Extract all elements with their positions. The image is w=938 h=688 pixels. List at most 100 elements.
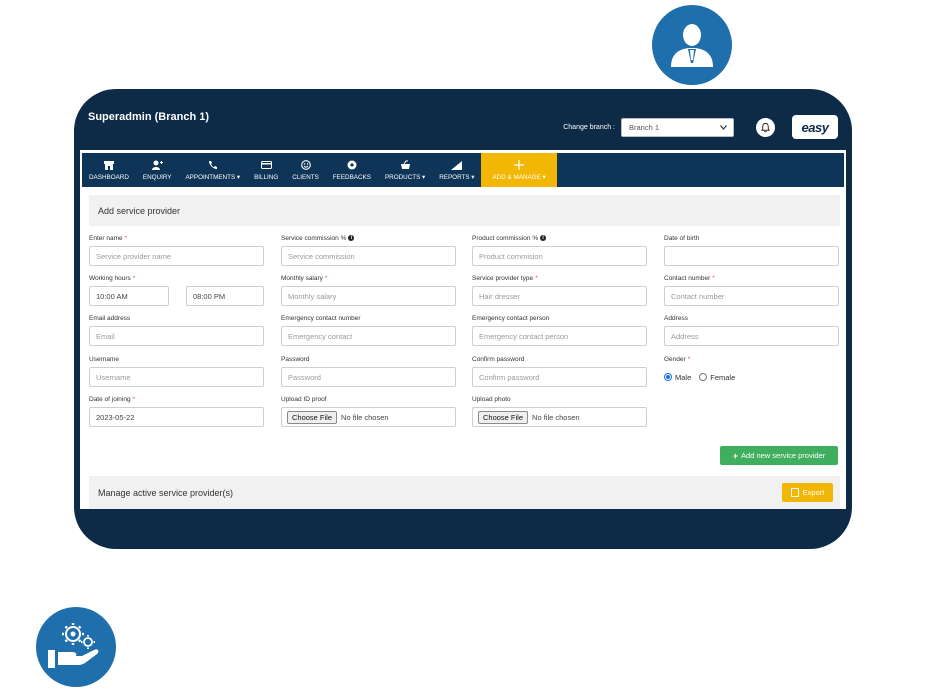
gender-male-radio[interactable] xyxy=(664,373,672,381)
required-mark: * xyxy=(687,355,691,363)
notification-button[interactable] xyxy=(756,117,775,137)
chart-icon xyxy=(451,160,463,171)
nav-dashboard[interactable]: DASHBOARD xyxy=(82,153,136,187)
service-commission-field: Service commission % i Service commission xyxy=(281,234,456,266)
branch-area: Change branch : Branch 1 easy xyxy=(563,115,838,139)
required-mark: * xyxy=(132,395,136,403)
nav-clients[interactable]: CLIENTS xyxy=(285,153,326,187)
monthly-salary-label: Monthly salary xyxy=(281,274,323,282)
date-of-joining-label: Date of joining xyxy=(89,395,131,403)
monthly-salary-field: Monthly salary * Monthly salary xyxy=(281,274,456,306)
nav-enquiry[interactable]: ENQUIRY xyxy=(136,153,179,187)
monthly-salary-input[interactable]: Monthly salary xyxy=(281,286,456,306)
working-hours-end-input[interactable]: 08:00 PM xyxy=(186,286,264,306)
feedback-icon xyxy=(346,160,358,171)
store-icon xyxy=(103,160,115,171)
gender-female-radio[interactable] xyxy=(699,373,708,381)
service-provider-type-field: Service provider type * Hair dresser xyxy=(472,274,647,306)
upload-photo-input: Choose File No file chosen xyxy=(472,407,647,427)
nav-products-label: PRODUCTS ▾ xyxy=(384,173,426,181)
info-icon[interactable]: i xyxy=(540,235,547,241)
required-mark: * xyxy=(124,234,128,242)
manage-providers-heading: Manage active service provider(s) xyxy=(89,476,840,509)
required-mark: * xyxy=(324,274,328,282)
emergency-number-field: Emergency contact number Emergency conta… xyxy=(281,314,456,346)
user-avatar-badge xyxy=(652,5,732,85)
product-commission-input[interactable]: Product commision xyxy=(472,246,647,266)
username-input[interactable]: Username xyxy=(89,367,264,387)
upload-id-choose-button[interactable]: Choose File xyxy=(287,410,338,424)
emergency-person-input[interactable]: Emergency contact person xyxy=(472,326,647,346)
info-icon[interactable]: i xyxy=(348,235,355,241)
upload-photo-choose-button[interactable]: Choose File xyxy=(478,410,529,424)
nav-clients-label: CLIENTS xyxy=(292,173,319,181)
address-field: Address Address xyxy=(664,314,839,346)
date-of-birth-input[interactable] xyxy=(664,246,839,266)
add-new-provider-label: Add new service provider xyxy=(741,451,826,460)
main-navbar: DASHBOARD ENQUIRY APPOINTMENTS ▾ BILLING… xyxy=(82,153,844,187)
add-new-provider-button[interactable]: + Add new service provider xyxy=(720,446,838,465)
service-commission-input[interactable]: Service commission xyxy=(281,246,456,266)
service-provider-type-input[interactable]: Hair dresser xyxy=(472,286,647,306)
nav-add-manage[interactable]: ADD & MANAGE ▾ xyxy=(481,153,557,187)
user-plus-icon xyxy=(151,160,163,171)
service-support-badge xyxy=(36,607,116,687)
upload-id-label: Upload ID proof xyxy=(281,395,327,403)
address-label: Address xyxy=(664,314,688,322)
date-of-joining-input[interactable]: 2023-05-22 xyxy=(89,407,264,427)
password-field: Password Password xyxy=(281,355,456,387)
businessman-icon xyxy=(671,24,713,67)
branch-select[interactable]: Branch 1 xyxy=(621,117,734,137)
emergency-person-label: Emergency contact person xyxy=(472,314,550,322)
password-input[interactable]: Password xyxy=(281,367,456,387)
nav-add-manage-label: ADD & MANAGE ▾ xyxy=(492,173,546,181)
gender-field: Gender * Male Female xyxy=(664,355,839,387)
username-field: Username Username xyxy=(89,355,264,387)
nav-billing-label: BILLING xyxy=(254,173,279,181)
email-input[interactable]: Email xyxy=(89,326,264,346)
nav-reports[interactable]: REPORTS ▾ xyxy=(432,153,481,187)
emergency-number-input[interactable]: Emergency contact xyxy=(281,326,456,346)
smiley-icon xyxy=(300,160,312,171)
gender-male-label: Male xyxy=(675,372,692,382)
required-mark: * xyxy=(132,274,136,282)
date-of-birth-field: Date of birth xyxy=(664,234,839,266)
address-input[interactable]: Address xyxy=(664,326,839,346)
app-screen: DASHBOARD ENQUIRY APPOINTMENTS ▾ BILLING… xyxy=(80,150,846,509)
page-title: Superadmin (Branch 1) xyxy=(88,111,210,123)
enter-name-input[interactable]: Service provider name xyxy=(89,246,264,266)
chevron-down-icon xyxy=(720,124,727,130)
nav-appointments[interactable]: APPOINTMENTS ▾ xyxy=(178,153,247,187)
emergency-number-label: Emergency contact number xyxy=(281,314,361,322)
date-of-joining-field: Date of joining * 2023-05-22 xyxy=(89,395,264,427)
working-hours-label: Working hours xyxy=(89,274,131,282)
gender-radio-group: Male Female xyxy=(664,367,839,387)
email-label: Email address xyxy=(89,314,131,322)
confirm-password-label: Confirm password xyxy=(472,355,525,363)
branch-select-value: Branch 1 xyxy=(629,122,660,132)
nav-feedbacks[interactable]: FEEDBACKS xyxy=(326,153,378,187)
contact-number-input[interactable]: Contact number xyxy=(664,286,839,306)
product-icon xyxy=(399,160,411,171)
upload-id-status: No file chosen xyxy=(341,412,389,422)
export-label: Export xyxy=(802,488,825,497)
username-label: Username xyxy=(89,355,119,363)
nav-billing[interactable]: BILLING xyxy=(247,153,285,187)
nav-dashboard-label: DASHBOARD xyxy=(89,173,129,181)
nav-products[interactable]: PRODUCTS ▾ xyxy=(378,153,432,187)
plus-icon xyxy=(513,160,525,171)
phone-icon xyxy=(207,160,219,171)
product-commission-label: Product commission % xyxy=(472,234,539,242)
working-hours-start-input[interactable]: 10:00 AM xyxy=(89,286,169,306)
upload-photo-field: Upload photo Choose File No file chosen xyxy=(472,395,647,427)
required-mark: * xyxy=(712,274,715,282)
plus-icon: + xyxy=(732,450,739,461)
contact-number-label: Contact number xyxy=(664,274,711,282)
gender-female-label: Female xyxy=(710,372,736,382)
nav-appointments-label: APPOINTMENTS ▾ xyxy=(185,173,241,181)
gender-label: Gender xyxy=(664,355,686,363)
export-icon xyxy=(790,488,799,497)
export-button[interactable]: Export xyxy=(782,483,833,502)
brand-logo: easy xyxy=(792,115,838,139)
confirm-password-input[interactable]: Confirm password xyxy=(472,367,647,387)
